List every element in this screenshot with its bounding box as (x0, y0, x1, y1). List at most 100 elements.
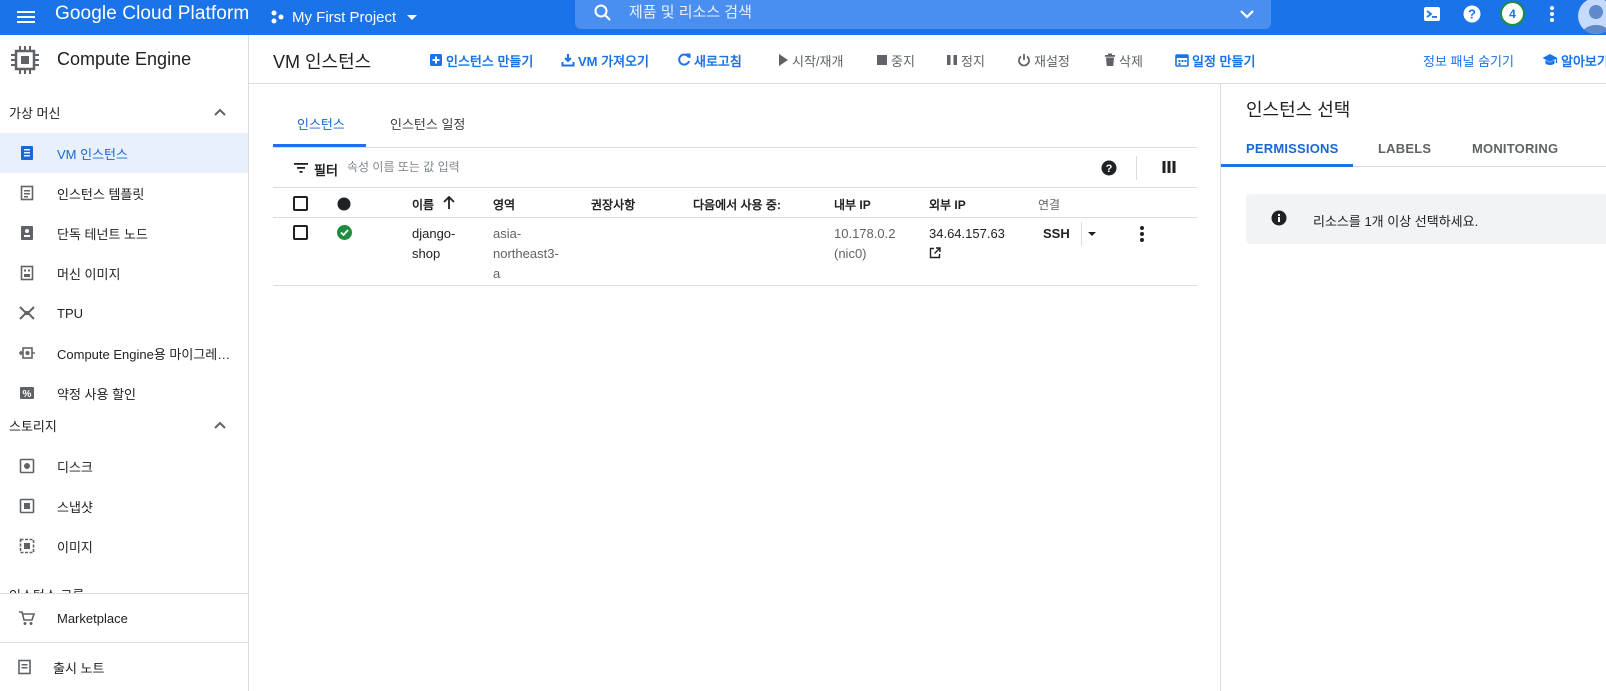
section-virtual-machines[interactable]: 가상 머신 (0, 94, 248, 130)
info-notice-text: 리소스를 1개 이상 선택하세요. (1313, 214, 1479, 229)
template-icon (18, 184, 36, 202)
reset-button[interactable]: 재설정 (1017, 51, 1070, 69)
tab-instances[interactable]: 인스턴스 (297, 114, 345, 146)
instance-name-line: shop (412, 246, 441, 261)
sidebar-item-disks[interactable]: 디스크 (0, 446, 248, 486)
sidebar-item-label: Compute Engine용 마이그레이... (57, 346, 235, 362)
help-icon[interactable]: ? (1460, 2, 1484, 26)
zone-line: a (493, 266, 501, 281)
sidebar-item-vm-instances[interactable]: VM 인스턴스 (0, 133, 248, 173)
action-label: 삭제 (1119, 53, 1143, 69)
column-header-recommendation[interactable]: 권장사항 (591, 196, 635, 213)
info-notice: 리소스를 1개 이상 선택하세요. (1246, 194, 1606, 244)
image-icon (18, 537, 36, 555)
chevron-up-icon (210, 415, 230, 435)
delete-button[interactable]: 삭제 (1104, 51, 1143, 69)
create-schedule-button[interactable]: 일정 만들기 (1175, 51, 1255, 69)
external-ip-value: 34.64.157.63 (929, 226, 1005, 241)
sidebar-item-marketplace[interactable]: Marketplace (0, 598, 248, 638)
top-app-bar: Google Cloud Platform My First Project ?… (0, 0, 1606, 35)
refresh-button[interactable]: 새로고침 (677, 51, 742, 69)
notifications-badge[interactable]: 4 (1500, 1, 1525, 26)
create-instance-button[interactable]: 인스턴스 만들기 (429, 51, 533, 69)
ssh-dropdown-icon[interactable] (1085, 227, 1099, 241)
section-instance-groups-partial[interactable]: 인스턴스 그룹 (9, 585, 84, 593)
avatar[interactable] (1578, 0, 1606, 34)
pause-icon (946, 54, 958, 66)
sidebar-item-label: 약정 사용 할인 (57, 386, 136, 402)
hide-info-panel-button[interactable]: 정보 패널 숨기기 (1423, 51, 1514, 69)
open-in-new-icon[interactable] (929, 247, 1005, 259)
add-box-icon (429, 53, 443, 67)
tab-monitoring[interactable]: MONITORING (1472, 141, 1558, 156)
sidebar-item-label: VM 인스턴스 (57, 146, 128, 162)
sidebar-item-sole-tenant-nodes[interactable]: 단독 테넌트 노드 (0, 213, 248, 253)
chevron-down-icon[interactable] (1235, 2, 1259, 26)
sidebar-item-label: 머신 이미지 (57, 266, 121, 282)
column-header-connect: 연결 (1038, 198, 1061, 212)
column-display-icon[interactable] (1162, 160, 1176, 174)
column-header-external-ip[interactable]: 외부 IP (929, 196, 966, 213)
sidebar-item-release-notes[interactable]: 출시 노트 (0, 647, 248, 687)
tab-instance-schedules[interactable]: 인스턴스 일정 (390, 114, 465, 146)
instance-external-ip: 34.64.157.63 (929, 224, 1005, 259)
instance-name-link[interactable]: django- shop (412, 224, 455, 264)
sidebar-item-instance-templates[interactable]: 인스턴스 템플릿 (0, 173, 248, 213)
cloud-shell-icon[interactable] (1420, 2, 1444, 26)
project-name: My First Project (292, 8, 397, 26)
column-header-in-use-by[interactable]: 다음에서 사용 중: (693, 196, 781, 213)
select-all-checkbox[interactable] (293, 196, 308, 211)
sole-tenant-icon (18, 224, 36, 242)
tab-permissions[interactable]: PERMISSIONS (1246, 141, 1339, 156)
power-icon (1017, 53, 1031, 67)
instance-internal-ip: 10.178.0.2 (nic0) (834, 224, 895, 264)
project-dots-icon (270, 9, 286, 25)
main-content: 인스턴스 인스턴스 일정 필터 ? 이름 영역 권장사항 다음에서 사용 중: … (249, 84, 1220, 691)
ssh-button[interactable]: SSH (1043, 224, 1070, 244)
column-header-zone[interactable]: 영역 (493, 196, 515, 213)
arrow-upward-icon[interactable] (442, 196, 456, 210)
column-header-name[interactable]: 이름 (412, 196, 434, 213)
row-checkbox[interactable] (293, 225, 308, 240)
help-icon[interactable]: ? (1101, 160, 1117, 176)
sidebar-item-machine-images[interactable]: 머신 이미지 (0, 253, 248, 293)
more-vert-icon[interactable] (1540, 2, 1564, 26)
import-vm-button[interactable]: VM 가져오기 (561, 51, 649, 69)
more-vert-icon[interactable] (1135, 224, 1149, 244)
release-notes-icon (16, 658, 34, 676)
learn-button[interactable]: 알아보기 (1542, 51, 1606, 69)
migrate-icon (18, 344, 36, 362)
suspend-button[interactable]: 정지 (946, 51, 985, 69)
project-picker[interactable]: My First Project (270, 5, 422, 29)
action-label: 정지 (961, 53, 985, 69)
sidebar-divider (0, 593, 248, 594)
action-label: 재설정 (1034, 53, 1070, 69)
tab-labels[interactable]: LABELS (1378, 141, 1431, 156)
sidebar-item-tpu[interactable]: TPU (0, 293, 248, 333)
status-header-icon (337, 197, 351, 211)
stop-button[interactable]: 중지 (876, 51, 915, 69)
sidebar-item-snapshots[interactable]: 스냅샷 (0, 486, 248, 526)
trash-icon (1104, 53, 1116, 67)
column-header-label: 이름 (412, 198, 435, 212)
section-storage[interactable]: 스토리지 (0, 407, 248, 443)
table-row[interactable]: django- shop asia- northeast3- a 10.178.… (273, 218, 1197, 286)
play-icon (777, 53, 789, 67)
tpu-icon (18, 304, 36, 322)
filter-list-icon[interactable] (293, 161, 309, 175)
start-resume-button[interactable]: 시작/재개 (777, 51, 843, 69)
import-icon (561, 53, 575, 67)
machine-image-icon (18, 264, 36, 282)
search-input[interactable] (629, 1, 1189, 23)
hamburger-menu-icon[interactable] (14, 5, 38, 29)
filter-input[interactable] (347, 157, 947, 177)
column-header-internal-ip[interactable]: 내부 IP (834, 196, 871, 213)
action-label: 일정 만들기 (1192, 53, 1256, 69)
brand-title[interactable]: Google Cloud Platform (55, 3, 249, 25)
sidebar-item-migrate[interactable]: Compute Engine용 마이그레이... (0, 333, 248, 373)
sidebar-item-images[interactable]: 이미지 (0, 526, 248, 566)
sidebar-item-label: TPU (57, 305, 83, 321)
search-bar[interactable] (575, 0, 1271, 29)
sidebar-title: Compute Engine (57, 49, 192, 69)
action-label: 새로고침 (694, 53, 742, 69)
